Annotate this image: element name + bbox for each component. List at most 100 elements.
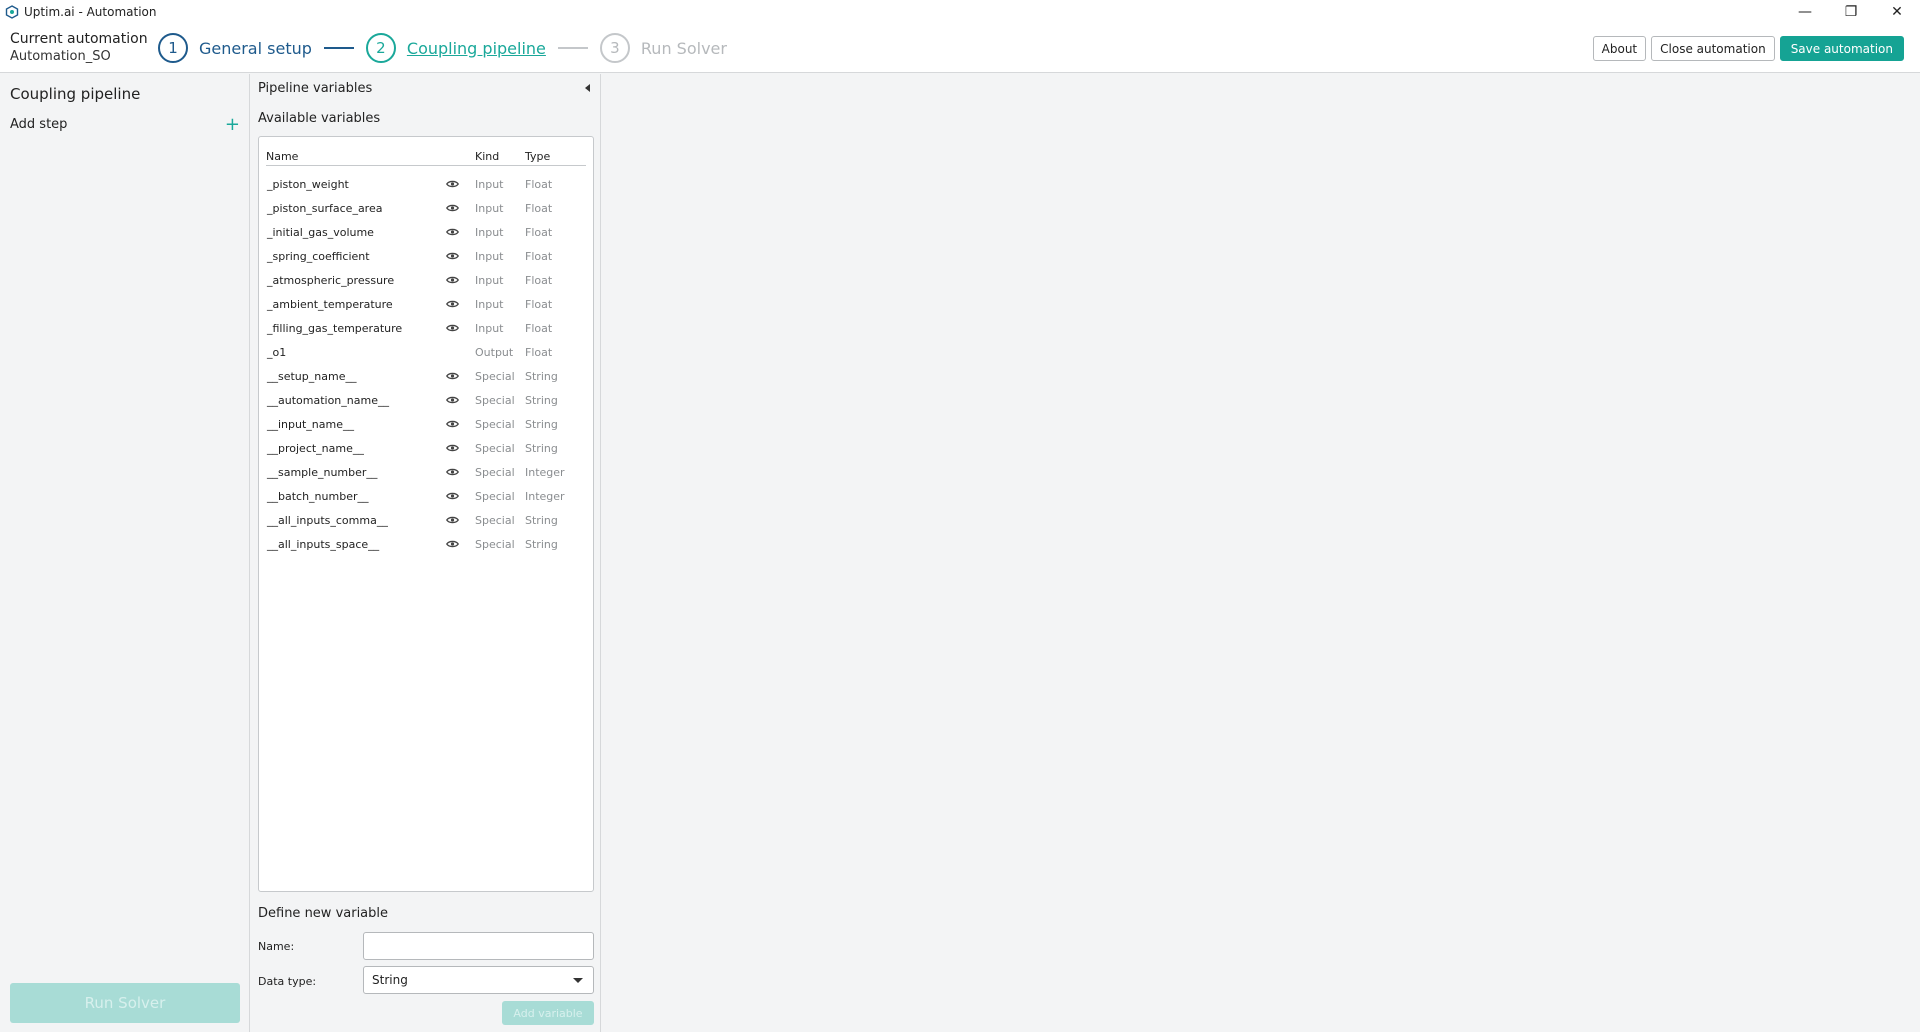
eye-icon[interactable] [446, 540, 459, 548]
eye-icon[interactable] [446, 204, 459, 212]
variable-name: _filling_gas_temperature [267, 322, 403, 335]
data-type-select[interactable]: String [363, 966, 594, 994]
variable-type: Float [525, 274, 553, 287]
variable-type: Float [525, 298, 553, 311]
minimize-icon[interactable]: — [1782, 0, 1828, 23]
table-row[interactable]: __batch_number__ Special Integer [266, 485, 586, 509]
step-connector-1 [323, 47, 354, 49]
eye-icon[interactable] [446, 300, 459, 308]
variable-type: Integer [525, 490, 565, 503]
current-automation: Current automation Automation_SO [10, 31, 148, 64]
available-variables-title: Available variables [258, 111, 381, 126]
variable-type: String [525, 370, 558, 383]
variable-kind: Input [475, 178, 504, 191]
variable-type: String [525, 394, 558, 407]
variable-name: __sample_number__ [267, 466, 378, 479]
step-general-setup[interactable]: 1 General setup [158, 33, 312, 63]
eye-icon[interactable] [446, 324, 459, 332]
table-row[interactable]: _atmospheric_pressure Input Float [266, 269, 586, 293]
variable-kind: Input [475, 298, 504, 311]
table-row[interactable]: _o1 Output Float [266, 341, 586, 365]
variable-type: String [525, 538, 558, 551]
eye-icon[interactable] [446, 420, 459, 428]
eye-icon[interactable] [446, 492, 459, 500]
step-run-solver[interactable]: 3 Run Solver [599, 33, 727, 63]
step-number-3: 3 [599, 33, 630, 63]
variable-rows: _piston_weight Input Float _piston_surface_… [266, 173, 586, 557]
table-row[interactable]: __input_name__ Special String [266, 413, 586, 437]
current-automation-name: Automation_SO [10, 49, 111, 64]
variable-type: Float [525, 178, 553, 191]
table-row[interactable]: __setup_name__ Special String [266, 365, 586, 389]
close-automation-button[interactable]: Close automation [1651, 36, 1775, 61]
variable-kind: Special [475, 514, 515, 527]
about-button[interactable]: About [1592, 36, 1647, 61]
step-connector-2 [557, 47, 588, 49]
sidebar-title: Coupling pipeline [10, 85, 141, 103]
maximize-icon[interactable]: ❐ [1828, 0, 1874, 23]
close-window-icon[interactable]: ✕ [1874, 0, 1920, 23]
add-variable-button[interactable]: Add variable [502, 1001, 594, 1025]
step-number-1: 1 [158, 33, 188, 63]
table-row[interactable]: _filling_gas_temperature Input Float [266, 317, 586, 341]
save-automation-button[interactable]: Save automation [1779, 36, 1904, 61]
variable-name: __automation_name__ [267, 394, 389, 407]
variable-type: Float [525, 202, 553, 215]
step-coupling-pipeline[interactable]: 2 Coupling pipeline [365, 33, 546, 63]
variable-name: __all_inputs_comma__ [267, 514, 388, 527]
variables-table: Name Kind Type _piston_weight Input Float _… [258, 136, 594, 892]
variable-name: __batch_number__ [267, 490, 369, 503]
data-type-value: String [372, 973, 408, 987]
add-step-row[interactable]: Add step + [10, 115, 240, 133]
variable-type: String [525, 442, 558, 455]
table-row[interactable]: _ambient_temperature Input Float [266, 293, 586, 317]
window-title: Uptim.ai - Automation [24, 4, 157, 19]
pipeline-variables-title: Pipeline variables [258, 81, 373, 96]
coupling-sidebar: Coupling pipeline Add step + Run Solver [0, 74, 250, 1032]
table-row[interactable]: __all_inputs_comma__ Special String [266, 509, 586, 533]
column-header-type: Type [525, 150, 551, 163]
eye-icon[interactable] [446, 396, 459, 404]
table-row[interactable]: __sample_number__ Special Integer [266, 461, 586, 485]
current-automation-label: Current automation [10, 31, 148, 47]
variable-type: Integer [525, 466, 565, 479]
app-header: Current automation Automation_SO 1 Gener… [0, 23, 1920, 73]
variable-kind: Input [475, 274, 504, 287]
eye-icon[interactable] [446, 444, 459, 452]
table-row[interactable]: __automation_name__ Special String [266, 389, 586, 413]
step-number-2: 2 [365, 33, 396, 63]
variable-kind: Special [475, 370, 515, 383]
eye-icon[interactable] [446, 276, 459, 284]
variable-type: String [525, 514, 558, 527]
table-header: Name Kind Type [266, 144, 586, 166]
run-solver-button[interactable]: Run Solver [10, 983, 240, 1023]
table-row[interactable]: _piston_surface_area Input Float [266, 197, 586, 221]
variable-name: _initial_gas_volume [267, 226, 374, 239]
title-bar: Uptim.ai - Automation — ❐ ✕ [0, 0, 1920, 23]
eye-icon[interactable] [446, 372, 459, 380]
variable-name: _atmospheric_pressure [267, 274, 395, 287]
header-actions: About Close automation Save automation [1592, 36, 1904, 61]
data-type-label: Data type: [258, 975, 317, 988]
window-controls: — ❐ ✕ [1782, 0, 1920, 23]
column-header-name: Name [266, 150, 299, 163]
name-field-label: Name: [258, 940, 295, 953]
variable-kind: Input [475, 250, 504, 263]
plus-icon[interactable]: + [225, 115, 240, 133]
eye-icon[interactable] [446, 468, 459, 476]
table-row[interactable]: __all_inputs_space__ Special String [266, 533, 586, 557]
table-row[interactable]: _initial_gas_volume Input Float [266, 221, 586, 245]
eye-icon[interactable] [446, 180, 459, 188]
table-row[interactable]: __project_name__ Special String [266, 437, 586, 461]
variable-name: __all_inputs_space__ [267, 538, 380, 551]
eye-icon[interactable] [446, 252, 459, 260]
eye-icon[interactable] [446, 228, 459, 236]
column-header-kind: Kind [475, 150, 500, 163]
variable-kind: Special [475, 490, 515, 503]
variable-kind: Input [475, 202, 504, 215]
table-row[interactable]: _spring_coefficient Input Float [266, 245, 586, 269]
eye-icon[interactable] [446, 516, 459, 524]
variable-name-input[interactable] [363, 932, 594, 960]
table-row[interactable]: _piston_weight Input Float [266, 173, 586, 197]
collapse-panel-icon[interactable] [585, 84, 590, 92]
